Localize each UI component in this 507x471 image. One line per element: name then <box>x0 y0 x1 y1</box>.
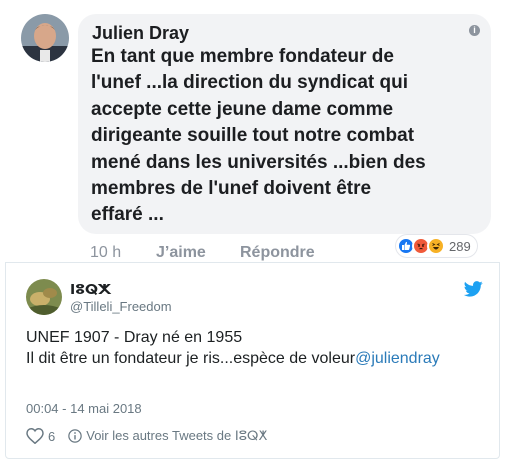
more-tweets-link[interactable]: Voir les autres Tweets de ⵏⵓⵕⵅ <box>86 428 267 444</box>
more-tweets-name: ⵏⵓⵕⵅ <box>234 429 267 444</box>
avatar[interactable] <box>21 14 69 62</box>
comment-line: membres de l'unef doivent être <box>91 178 372 200</box>
comment-line: dirigeante souille tout notre combat <box>91 125 415 147</box>
tweet-display-name[interactable]: ⵏⵓⵕⵅ <box>70 282 111 298</box>
comment-line: accepte cette jeune dame comme <box>91 98 394 120</box>
mention-link[interactable]: @juliendray <box>355 350 440 367</box>
comment-time[interactable]: 10 h <box>90 244 121 262</box>
tweet-line: Il dit être un fondateur je ris...espèce… <box>26 348 486 369</box>
reactions-summary[interactable]: 289 <box>396 235 477 257</box>
comment-text: En tant que membre fondateur de l'unef .… <box>91 44 491 229</box>
comment-line: En tant que membre fondateur de <box>91 46 394 67</box>
like-count[interactable]: 6 <box>48 429 55 444</box>
haha-reaction-icon <box>427 237 445 255</box>
tweet-handle[interactable]: @Tilleli_Freedom <box>70 299 172 314</box>
tweet-actions: 6 Voir les autres Tweets de ⵏⵓⵕⵅ <box>26 428 267 444</box>
tweet-line-text: Il dit être un fondateur je ris...espèce… <box>26 350 356 367</box>
tweet-avatar[interactable] <box>26 279 62 315</box>
reaction-count: 289 <box>449 238 471 254</box>
like-link[interactable]: J’aime <box>156 244 206 262</box>
info-icon[interactable]: i <box>469 25 480 36</box>
comment-line: l'unef ...la direction du syndicat qui <box>91 72 408 94</box>
more-tweets-prefix: Voir les autres Tweets de <box>86 428 235 443</box>
twitter-bird-icon[interactable] <box>463 281 483 302</box>
reply-link[interactable]: Répondre <box>240 244 315 262</box>
comment-author[interactable]: Julien Dray <box>92 23 189 44</box>
heart-icon[interactable] <box>26 428 44 444</box>
info-circle-icon[interactable] <box>68 429 82 443</box>
comment-line: effaré ... <box>91 204 164 226</box>
tweet-date[interactable]: 00:04 - 14 mai 2018 <box>26 401 142 416</box>
comment-line: mené dans les universités ...bien des <box>91 151 426 173</box>
facebook-comment: i Julien Dray En tant que membre fondate… <box>0 0 507 262</box>
tweet-text: UNEF 1907 - Dray né en 1955 Il dit être … <box>26 327 486 369</box>
embedded-tweet: ⵏⵓⵕⵅ @Tilleli_Freedom UNEF 1907 - Dray n… <box>5 262 500 459</box>
tweet-line: UNEF 1907 - Dray né en 1955 <box>26 329 243 346</box>
